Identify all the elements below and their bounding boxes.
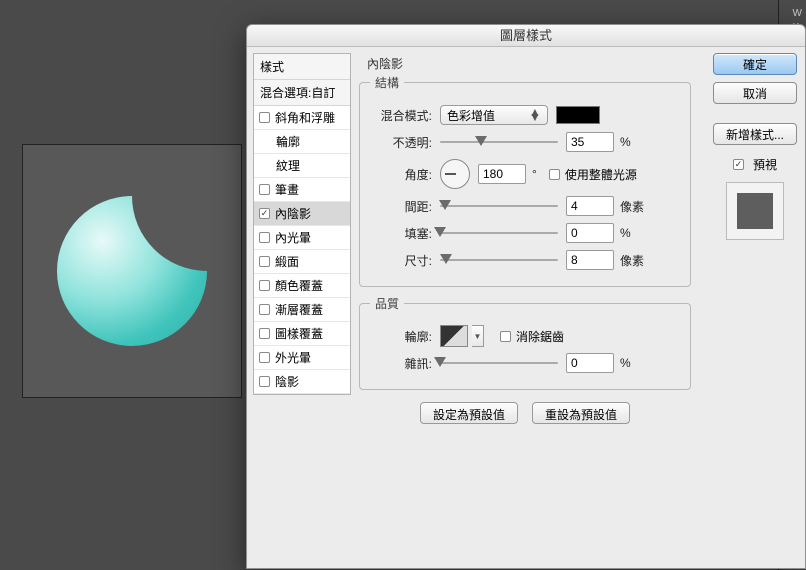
style-item-checkbox[interactable]	[259, 232, 270, 243]
contour-label: 輪廓:	[370, 328, 432, 345]
distance-slider[interactable]	[440, 198, 558, 214]
quality-group: 品質 輪廓: ▼ 消除鋸齒 雜訊: %	[359, 295, 691, 390]
quality-legend: 品質	[370, 295, 404, 312]
choke-input[interactable]	[566, 223, 614, 243]
global-light-checkbox[interactable]	[549, 169, 560, 180]
shadow-color-swatch[interactable]	[556, 106, 600, 124]
style-item-checkbox[interactable]	[259, 256, 270, 267]
style-item-label: 漸層覆蓋	[275, 301, 323, 318]
settings-panel: 內陰影 結構 混合模式: 色彩增值 ▲▼ 不透明: %	[359, 53, 691, 424]
style-item-4[interactable]: 內陰影	[254, 202, 350, 226]
choke-slider[interactable]	[440, 225, 558, 241]
style-item-2[interactable]: 紋理	[254, 154, 350, 178]
style-item-label: 緞面	[275, 253, 299, 270]
antialias-checkbox[interactable]	[500, 331, 511, 342]
style-item-label: 內光暈	[275, 229, 311, 246]
noise-input[interactable]	[566, 353, 614, 373]
opacity-slider[interactable]	[440, 134, 558, 150]
dialog-right-column: 確定 取消 新增樣式... 預視	[711, 53, 799, 240]
style-item-checkbox[interactable]	[259, 208, 270, 219]
angle-dial[interactable]	[440, 159, 470, 189]
preview-swatch	[726, 182, 784, 240]
style-item-label: 斜角和浮雕	[275, 109, 335, 126]
new-style-button[interactable]: 新增樣式...	[713, 123, 797, 145]
style-item-7[interactable]: 顏色覆蓋	[254, 274, 350, 298]
style-item-label: 輪廓	[276, 133, 300, 150]
make-default-button[interactable]: 設定為預設值	[420, 402, 518, 424]
antialias-label: 消除鋸齒	[516, 328, 564, 345]
opacity-label: 不透明:	[370, 134, 432, 151]
style-item-8[interactable]: 漸層覆蓋	[254, 298, 350, 322]
style-item-3[interactable]: 筆畫	[254, 178, 350, 202]
style-item-checkbox[interactable]	[259, 376, 270, 387]
style-item-checkbox[interactable]	[259, 184, 270, 195]
blend-mode-label: 混合模式:	[370, 107, 432, 124]
style-item-label: 筆畫	[275, 181, 299, 198]
choke-label: 填塞:	[370, 225, 432, 242]
angle-input[interactable]	[478, 164, 526, 184]
layer-style-dialog: 圖層樣式 樣式 混合選項:自訂 斜角和浮雕輪廓紋理筆畫內陰影內光暈緞面顏色覆蓋漸…	[246, 24, 806, 569]
choke-unit: %	[620, 226, 631, 240]
style-item-checkbox[interactable]	[259, 112, 270, 123]
style-item-checkbox[interactable]	[259, 280, 270, 291]
angle-degree: °	[532, 167, 537, 181]
style-item-label: 紋理	[276, 157, 300, 174]
style-item-checkbox[interactable]	[259, 352, 270, 363]
opacity-unit: %	[620, 135, 631, 149]
blending-options-header[interactable]: 混合選項:自訂	[254, 80, 350, 106]
style-item-checkbox[interactable]	[259, 328, 270, 339]
preview-label: 預視	[753, 156, 777, 173]
contour-swatch[interactable]	[440, 325, 468, 347]
reset-default-button[interactable]: 重設為預設值	[532, 402, 630, 424]
section-title: 內陰影	[367, 55, 691, 72]
ok-button[interactable]: 確定	[713, 53, 797, 75]
style-item-9[interactable]: 圖樣覆蓋	[254, 322, 350, 346]
size-input[interactable]	[566, 250, 614, 270]
style-item-label: 陰影	[275, 373, 299, 390]
style-item-1[interactable]: 輪廓	[254, 130, 350, 154]
styles-list: 樣式 混合選項:自訂 斜角和浮雕輪廓紋理筆畫內陰影內光暈緞面顏色覆蓋漸層覆蓋圖樣…	[253, 53, 351, 395]
canvas-preview	[23, 145, 241, 397]
opacity-input[interactable]	[566, 132, 614, 152]
noise-label: 雜訊:	[370, 355, 432, 372]
contour-dropdown-icon[interactable]: ▼	[472, 325, 484, 347]
distance-input[interactable]	[566, 196, 614, 216]
panel-label-w: W	[793, 8, 802, 19]
style-item-6[interactable]: 緞面	[254, 250, 350, 274]
noise-unit: %	[620, 356, 631, 370]
preview-checkbox[interactable]	[733, 159, 744, 170]
style-item-checkbox[interactable]	[259, 304, 270, 315]
blend-mode-select[interactable]: 色彩增值 ▲▼	[440, 105, 548, 125]
style-item-label: 內陰影	[275, 205, 311, 222]
layer-shape	[57, 196, 207, 346]
noise-slider[interactable]	[440, 355, 558, 371]
style-item-10[interactable]: 外光暈	[254, 346, 350, 370]
style-item-0[interactable]: 斜角和浮雕	[254, 106, 350, 130]
distance-unit: 像素	[620, 198, 644, 215]
angle-label: 角度:	[370, 166, 432, 183]
styles-header[interactable]: 樣式	[254, 54, 350, 80]
style-item-label: 外光暈	[275, 349, 311, 366]
size-label: 尺寸:	[370, 252, 432, 269]
style-item-11[interactable]: 陰影	[254, 370, 350, 394]
structure-legend: 結構	[370, 74, 404, 91]
select-arrows-icon: ▲▼	[529, 110, 541, 120]
cancel-button[interactable]: 取消	[713, 82, 797, 104]
global-light-label: 使用整體光源	[565, 166, 637, 183]
distance-label: 間距:	[370, 198, 432, 215]
blend-mode-value: 色彩增值	[447, 107, 495, 124]
style-item-label: 顏色覆蓋	[275, 277, 323, 294]
style-item-5[interactable]: 內光暈	[254, 226, 350, 250]
dialog-title: 圖層樣式	[247, 25, 805, 47]
size-unit: 像素	[620, 252, 644, 269]
style-item-label: 圖樣覆蓋	[275, 325, 323, 342]
structure-group: 結構 混合模式: 色彩增值 ▲▼ 不透明: % 角度:	[359, 74, 691, 287]
size-slider[interactable]	[440, 252, 558, 268]
